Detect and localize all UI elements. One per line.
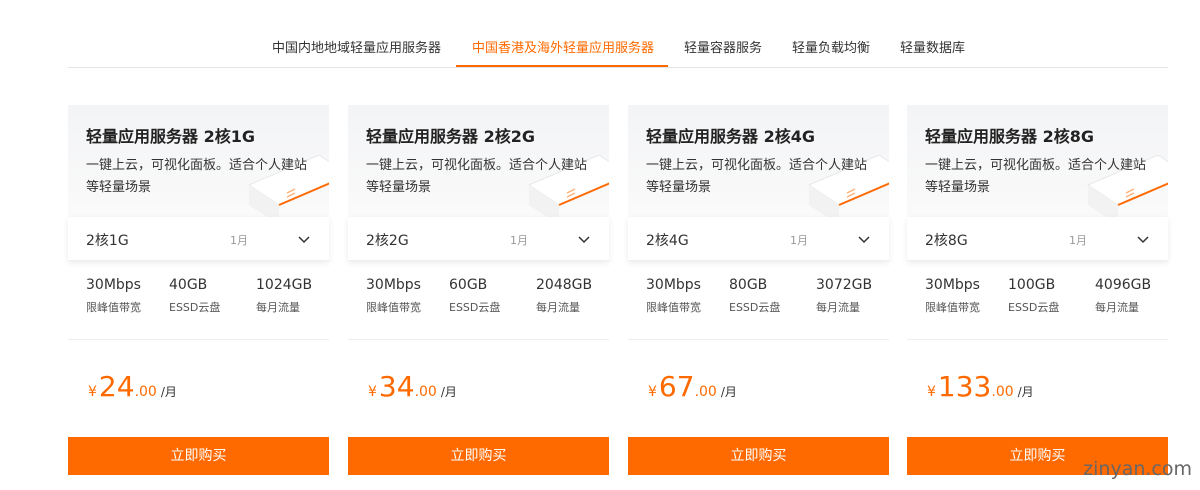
buy-now-button[interactable]: 立即购买 <box>628 437 889 475</box>
price: ¥34.00/月 <box>368 370 457 403</box>
product-card: 轻量应用服务器 2核8G 一键上云，可视化面板。适合个人建站等轻量场景 2核8G… <box>907 105 1168 475</box>
divider <box>628 339 889 340</box>
spec-disk: 80GB ESSD云盘 <box>729 277 781 314</box>
spec-traffic: 1024GB 每月流量 <box>256 277 313 314</box>
product-tabs: 中国内地地域轻量应用服务器 中国香港及海外轻量应用服务器 轻量容器服务 轻量负载… <box>68 22 1168 68</box>
spec-select-period: 1月 <box>230 234 248 247</box>
spec-traffic: 2048GB 每月流量 <box>536 277 593 314</box>
spec-select-period: 1月 <box>510 234 528 247</box>
spec-bandwidth: 30Mbps 限峰值带宽 <box>366 277 421 314</box>
product-card: 轻量应用服务器 2核4G 一键上云，可视化面板。适合个人建站等轻量场景 2核4G… <box>628 105 889 475</box>
spec-bandwidth: 30Mbps 限峰值带宽 <box>646 277 701 314</box>
product-card: 轻量应用服务器 2核1G 一键上云，可视化面板。适合个人建站等轻量场景 2核1G… <box>68 105 329 475</box>
card-title: 轻量应用服务器 2核4G <box>646 127 815 146</box>
spec-disk: 60GB ESSD云盘 <box>449 277 501 314</box>
chevron-down-icon <box>858 236 870 244</box>
card-title: 轻量应用服务器 2核2G <box>366 127 535 146</box>
spec-select-value: 2核2G <box>366 233 409 249</box>
card-header: 轻量应用服务器 2核4G 一键上云，可视化面板。适合个人建站等轻量场景 <box>628 105 889 217</box>
chevron-down-icon <box>578 236 590 244</box>
chevron-down-icon <box>298 236 310 244</box>
price: ¥133.00/月 <box>927 370 1034 403</box>
spec-select[interactable]: 2核4G 1月 <box>628 217 889 261</box>
divider <box>348 339 609 340</box>
spec-bandwidth: 30Mbps 限峰值带宽 <box>925 277 980 314</box>
price: ¥24.00/月 <box>88 370 177 403</box>
buy-now-button[interactable]: 立即购买 <box>348 437 609 475</box>
divider <box>68 339 329 340</box>
price: ¥67.00/月 <box>648 370 737 403</box>
spec-select-period: 1月 <box>1069 234 1087 247</box>
product-card: 轻量应用服务器 2核2G 一键上云，可视化面板。适合个人建站等轻量场景 2核2G… <box>348 105 609 475</box>
divider <box>907 339 1168 340</box>
spec-select[interactable]: 2核8G 1月 <box>907 217 1168 261</box>
spec-disk: 100GB ESSD云盘 <box>1008 277 1060 314</box>
tab-load-balancer[interactable]: 轻量负载均衡 <box>792 37 870 56</box>
tab-hk-overseas-servers[interactable]: 中国香港及海外轻量应用服务器 <box>472 37 654 56</box>
spec-traffic: 4096GB 每月流量 <box>1095 277 1152 314</box>
card-description: 一键上云，可视化面板。适合个人建站等轻量场景 <box>86 158 308 195</box>
spec-select[interactable]: 2核1G 1月 <box>68 217 329 261</box>
card-description: 一键上云，可视化面板。适合个人建站等轻量场景 <box>646 158 868 195</box>
card-title: 轻量应用服务器 2核1G <box>86 127 255 146</box>
spec-select-value: 2核8G <box>925 233 968 249</box>
spec-disk: 40GB ESSD云盘 <box>169 277 221 314</box>
tab-container-service[interactable]: 轻量容器服务 <box>684 37 762 56</box>
card-title: 轻量应用服务器 2核8G <box>925 127 1094 146</box>
spec-select[interactable]: 2核2G 1月 <box>348 217 609 261</box>
card-description: 一键上云，可视化面板。适合个人建站等轻量场景 <box>366 158 588 195</box>
tab-database[interactable]: 轻量数据库 <box>900 37 965 56</box>
tab-mainland-servers[interactable]: 中国内地地域轻量应用服务器 <box>272 37 441 56</box>
chevron-down-icon <box>1137 236 1149 244</box>
spec-traffic: 3072GB 每月流量 <box>816 277 873 314</box>
card-header: 轻量应用服务器 2核2G 一键上云，可视化面板。适合个人建站等轻量场景 <box>348 105 609 217</box>
card-description: 一键上云，可视化面板。适合个人建站等轻量场景 <box>925 158 1147 195</box>
buy-now-button[interactable]: 立即购买 <box>68 437 329 475</box>
card-header: 轻量应用服务器 2核8G 一键上云，可视化面板。适合个人建站等轻量场景 <box>907 105 1168 217</box>
active-tab-indicator <box>456 65 668 67</box>
spec-select-period: 1月 <box>790 234 808 247</box>
card-header: 轻量应用服务器 2核1G 一键上云，可视化面板。适合个人建站等轻量场景 <box>68 105 329 217</box>
spec-bandwidth: 30Mbps 限峰值带宽 <box>86 277 141 314</box>
watermark: zinyan.com <box>1083 458 1192 480</box>
spec-select-value: 2核1G <box>86 233 129 249</box>
spec-select-value: 2核4G <box>646 233 689 249</box>
